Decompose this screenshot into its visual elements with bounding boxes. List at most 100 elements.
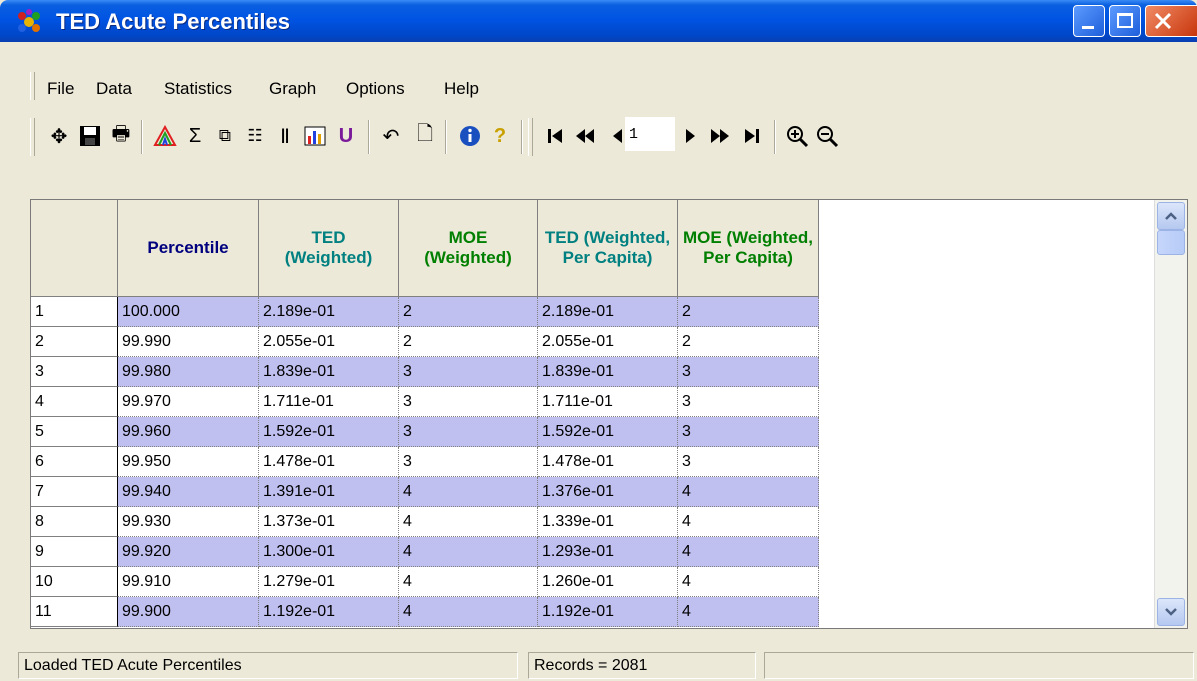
help-icon[interactable]: ? [485, 121, 515, 151]
title-bar[interactable]: TED Acute Percentiles [0, 0, 1197, 42]
row-number-cell[interactable]: 7 [31, 477, 118, 507]
table-cell[interactable]: 4 [678, 537, 819, 567]
table-cell[interactable]: 1.192e-01 [259, 597, 399, 627]
page-number-input[interactable] [625, 117, 675, 151]
row-number-cell[interactable]: 6 [31, 447, 118, 477]
save-icon[interactable] [75, 121, 105, 151]
vertical-scrollbar[interactable] [1154, 200, 1187, 628]
table-cell[interactable]: 99.970 [118, 387, 259, 417]
table-row[interactable]: 7 99.940 1.391e-01 4 1.376e-01 4 [31, 477, 819, 507]
table-cell[interactable]: 1.339e-01 [538, 507, 678, 537]
table-cell[interactable]: 4 [678, 567, 819, 597]
table-cell[interactable]: 1.373e-01 [259, 507, 399, 537]
table-row[interactable]: 9 99.920 1.300e-01 4 1.293e-01 4 [31, 537, 819, 567]
menu-statistics[interactable]: Statistics [164, 79, 232, 99]
row-number-cell[interactable]: 3 [31, 357, 118, 387]
table-row[interactable]: 11 99.900 1.192e-01 4 1.192e-01 4 [31, 597, 819, 627]
table-cell[interactable]: 1.839e-01 [259, 357, 399, 387]
row-number-cell[interactable]: 11 [31, 597, 118, 627]
zoom-in-icon[interactable] [782, 121, 812, 151]
table-cell[interactable]: 1.839e-01 [538, 357, 678, 387]
table-cell[interactable]: 4 [399, 507, 538, 537]
print-icon[interactable]: 🖶 [106, 121, 136, 151]
table-cell[interactable]: 3 [678, 387, 819, 417]
table-row[interactable]: 6 99.950 1.478e-01 3 1.478e-01 3 [31, 447, 819, 477]
table-cell[interactable]: 1.592e-01 [538, 417, 678, 447]
maximize-button[interactable] [1109, 5, 1141, 37]
minimize-button[interactable] [1073, 5, 1105, 37]
table-cell[interactable]: 1.293e-01 [538, 537, 678, 567]
table-cell[interactable]: 2.189e-01 [538, 297, 678, 327]
prev-fast-icon[interactable] [570, 121, 600, 151]
scroll-thumb[interactable] [1157, 230, 1185, 255]
table-cell[interactable]: 99.930 [118, 507, 259, 537]
table-cell[interactable]: 1.192e-01 [538, 597, 678, 627]
table-cell[interactable]: 1.260e-01 [538, 567, 678, 597]
menu-data[interactable]: Data [96, 79, 132, 99]
table-cell[interactable]: 4 [678, 477, 819, 507]
table-cell[interactable]: 2.189e-01 [259, 297, 399, 327]
table-cell[interactable]: 1.478e-01 [259, 447, 399, 477]
columns-icon[interactable]: ⧉ [210, 121, 240, 151]
table-cell[interactable]: 1.300e-01 [259, 537, 399, 567]
table-cell[interactable]: 4 [399, 597, 538, 627]
header-moe-per-capita[interactable]: MOE (Weighted, Per Capita) [678, 200, 819, 297]
colors-icon[interactable] [150, 121, 180, 151]
scroll-up-button[interactable] [1157, 202, 1185, 230]
table-row[interactable]: 1 100.000 2.189e-01 2 2.189e-01 2 [31, 297, 819, 327]
menu-file[interactable]: File [47, 79, 74, 99]
table-row[interactable]: 4 99.970 1.711e-01 3 1.711e-01 3 [31, 387, 819, 417]
row-number-cell[interactable]: 9 [31, 537, 118, 567]
close-button[interactable] [1145, 5, 1197, 37]
table-cell[interactable]: 3 [678, 357, 819, 387]
chart-icon[interactable] [300, 121, 330, 151]
header-ted-weighted[interactable]: TED (Weighted) [259, 200, 399, 297]
table-cell[interactable]: 2.055e-01 [538, 327, 678, 357]
table-row[interactable]: 10 99.910 1.279e-01 4 1.260e-01 4 [31, 567, 819, 597]
row-number-cell[interactable]: 4 [31, 387, 118, 417]
table-cell[interactable]: 3 [678, 447, 819, 477]
table-cell[interactable]: 4 [678, 597, 819, 627]
header-moe-weighted[interactable]: MOE (Weighted) [399, 200, 538, 297]
table-cell[interactable]: 99.920 [118, 537, 259, 567]
table-cell[interactable]: 4 [399, 477, 538, 507]
header-ted-per-capita[interactable]: TED (Weighted, Per Capita) [538, 200, 678, 297]
table-row[interactable]: 5 99.960 1.592e-01 3 1.592e-01 3 [31, 417, 819, 447]
scroll-down-button[interactable] [1157, 598, 1185, 626]
table-cell[interactable]: 2 [399, 327, 538, 357]
rows-icon[interactable]: ☷ [240, 121, 270, 151]
table-cell[interactable]: 99.960 [118, 417, 259, 447]
table-cell[interactable]: 2.055e-01 [259, 327, 399, 357]
table-cell[interactable]: 1.478e-01 [538, 447, 678, 477]
table-cell[interactable]: 1.592e-01 [259, 417, 399, 447]
first-page-icon[interactable] [540, 121, 570, 151]
table-row[interactable]: 3 99.980 1.839e-01 3 1.839e-01 3 [31, 357, 819, 387]
table-cell[interactable]: 99.940 [118, 477, 259, 507]
row-number-cell[interactable]: 2 [31, 327, 118, 357]
table-cell[interactable]: 2 [678, 297, 819, 327]
row-number-cell[interactable]: 1 [31, 297, 118, 327]
table-cell[interactable]: 2 [399, 297, 538, 327]
table-cell[interactable]: 1.376e-01 [538, 477, 678, 507]
table-cell[interactable]: 99.900 [118, 597, 259, 627]
table-cell[interactable]: 3 [678, 417, 819, 447]
next-page-icon[interactable] [675, 121, 705, 151]
menu-options[interactable]: Options [346, 79, 405, 99]
move-icon[interactable]: ✥ [44, 121, 74, 151]
table-cell[interactable]: 3 [399, 447, 538, 477]
undo-icon[interactable]: ↶ [376, 121, 406, 151]
last-page-icon[interactable] [737, 121, 767, 151]
table-cell[interactable]: 1.711e-01 [538, 387, 678, 417]
table-cell[interactable]: 99.910 [118, 567, 259, 597]
table-cell[interactable]: 1.391e-01 [259, 477, 399, 507]
table-cell[interactable]: 100.000 [118, 297, 259, 327]
row-number-cell[interactable]: 10 [31, 567, 118, 597]
menu-graph[interactable]: Graph [269, 79, 316, 99]
row-number-cell[interactable]: 5 [31, 417, 118, 447]
table-row[interactable]: 8 99.930 1.373e-01 4 1.339e-01 4 [31, 507, 819, 537]
table-cell[interactable]: 1.711e-01 [259, 387, 399, 417]
table-cell[interactable]: 4 [399, 567, 538, 597]
filter-icon[interactable]: Ⅱ [270, 121, 300, 151]
table-cell[interactable]: 1.279e-01 [259, 567, 399, 597]
header-percentile[interactable]: Percentile [118, 200, 259, 297]
